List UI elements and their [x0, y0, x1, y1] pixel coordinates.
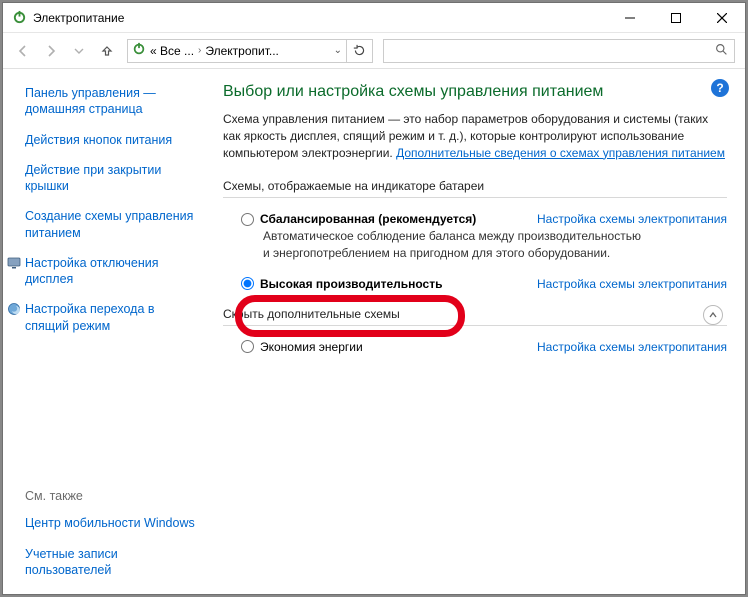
power-options-window: Электропитание [2, 2, 746, 595]
address-bar[interactable]: « Все ... › Электропит... ⌄ [127, 39, 347, 63]
sidebar-item-sleep: Настройка перехода в спящий режим [7, 301, 213, 334]
search-icon [715, 43, 728, 59]
sidebar-link[interactable]: Действия кнопок питания [25, 132, 213, 148]
more-info-link[interactable]: Дополнительные сведения о схемах управле… [396, 146, 725, 160]
collapse-button[interactable] [703, 305, 723, 325]
page-title: Выбор или настройка схемы управления пит… [223, 83, 727, 101]
sidebar-link[interactable]: Настройка перехода в спящий режим [25, 301, 201, 334]
close-button[interactable] [699, 3, 745, 32]
plan-radio-label[interactable]: Сбалансированная (рекомендуется) [241, 212, 537, 226]
power-icon [11, 10, 27, 26]
titlebar: Электропитание [3, 3, 745, 33]
page-description: Схема управления питанием — это набор па… [223, 111, 727, 161]
sidebar-link[interactable]: Действие при закрытии крышки [25, 162, 213, 195]
breadcrumb-segment[interactable]: « Все ... [150, 44, 194, 58]
power-plan-high-performance: Высокая производительность Настройка схе… [223, 267, 727, 301]
help-button[interactable]: ? [711, 79, 729, 97]
see-also-header: См. также [25, 489, 213, 503]
plan-name: Экономия энергии [260, 340, 363, 354]
plan-name: Сбалансированная (рекомендуется) [260, 212, 476, 226]
address-dropdown-icon[interactable]: ⌄ [334, 45, 342, 56]
plan-name: Высокая производительность [260, 277, 442, 291]
plan-radio[interactable] [241, 340, 254, 353]
forward-button[interactable] [37, 37, 65, 65]
sidebar: Панель управления — домашняя страница Де… [3, 69, 213, 594]
search-input[interactable] [383, 39, 735, 63]
plan-radio-label[interactable]: Экономия энергии [241, 340, 537, 354]
refresh-button[interactable] [347, 39, 373, 63]
plan-radio-label[interactable]: Высокая производительность [241, 277, 537, 291]
configure-plan-link[interactable]: Настройка схемы электропитания [537, 340, 727, 354]
recent-dropdown-button[interactable] [65, 37, 93, 65]
power-plan-balanced: Сбалансированная (рекомендуется) Настрой… [223, 208, 727, 228]
up-button[interactable] [93, 37, 121, 65]
plan-radio[interactable] [241, 277, 254, 290]
minimize-button[interactable] [607, 3, 653, 32]
see-also-link[interactable]: Учетные записи пользователей [25, 546, 213, 579]
back-button[interactable] [9, 37, 37, 65]
chevron-right-icon: › [198, 45, 201, 56]
window-controls [607, 3, 745, 32]
section-header-visible-plans: Схемы, отображаемые на индикаторе батаре… [223, 179, 727, 193]
main-content: ? Выбор или настройка схемы управления п… [213, 69, 745, 594]
maximize-button[interactable] [653, 3, 699, 32]
see-also-link[interactable]: Центр мобильности Windows [25, 515, 213, 531]
content-body: Панель управления — домашняя страница Де… [3, 69, 745, 594]
window-title: Электропитание [33, 11, 124, 25]
configure-plan-link[interactable]: Настройка схемы электропитания [537, 212, 727, 226]
sidebar-link[interactable]: Настройка отключения дисплея [25, 255, 201, 288]
breadcrumb-segment[interactable]: Электропит... [205, 44, 279, 58]
divider [223, 197, 727, 198]
control-panel-home-link[interactable]: Панель управления — домашняя страница [25, 85, 213, 118]
display-icon [7, 256, 21, 270]
section-header-hide-plans: Скрыть дополнительные схемы [223, 307, 727, 321]
divider [223, 325, 727, 326]
sidebar-item-display-off: Настройка отключения дисплея [7, 255, 213, 288]
plan-radio[interactable] [241, 213, 254, 226]
configure-plan-link[interactable]: Настройка схемы электропитания [537, 277, 727, 291]
power-icon [132, 42, 146, 59]
sleep-icon [7, 302, 21, 316]
navigation-bar: « Все ... › Электропит... ⌄ [3, 33, 745, 69]
plan-description: Автоматическое соблюдение баланса между … [223, 228, 643, 266]
sidebar-link[interactable]: Создание схемы управления питанием [25, 208, 213, 241]
power-plan-power-saver: Экономия энергии Настройка схемы электро… [223, 336, 727, 356]
